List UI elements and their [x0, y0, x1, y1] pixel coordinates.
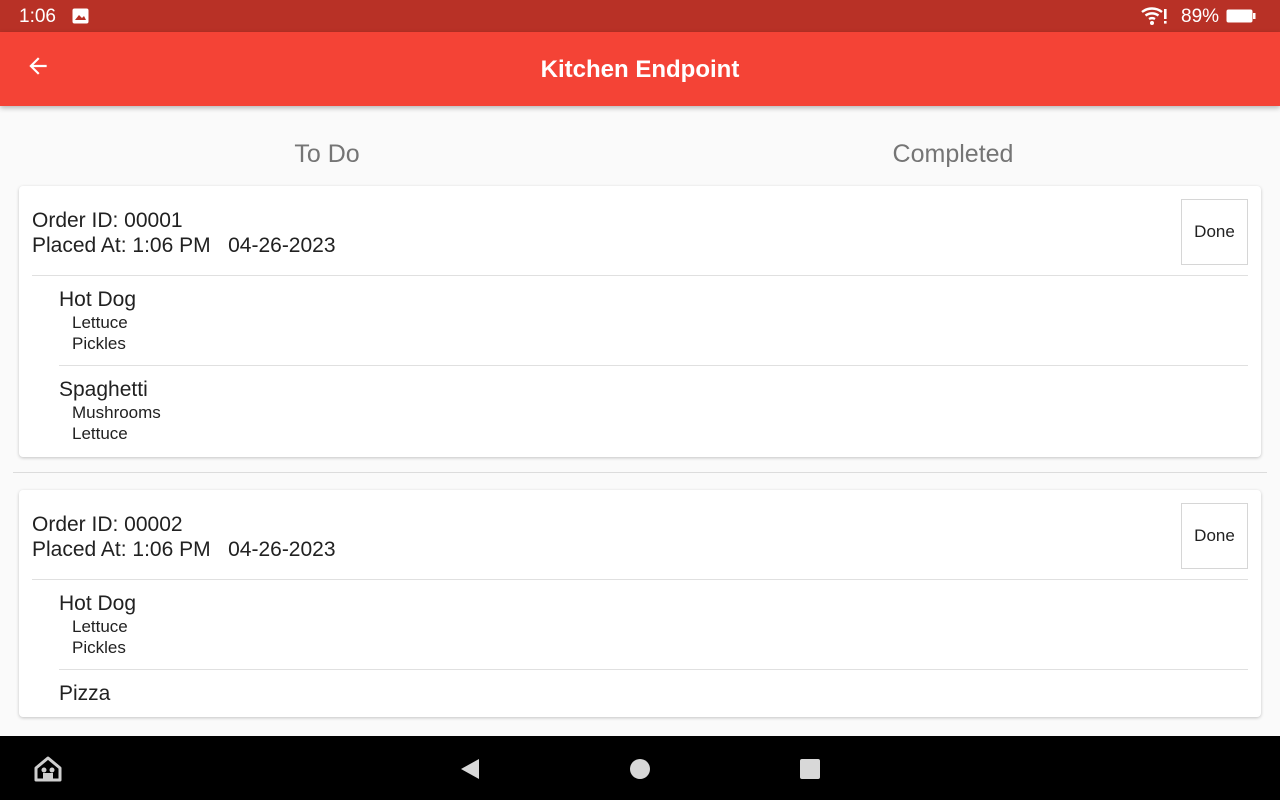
order-placed-at: Placed At: 1:06 PM 04-26-2023: [32, 234, 336, 257]
tab-completed[interactable]: Completed: [893, 140, 1014, 169]
order-placed-at: Placed At: 1:06 PM 04-26-2023: [32, 538, 336, 561]
item-name: Pizza: [59, 682, 111, 705]
order-card: Order ID: 00001 Placed At: 1:06 PM 04-26…: [19, 186, 1261, 457]
item-name: Hot Dog: [59, 288, 137, 311]
image-icon: [72, 8, 89, 24]
order-card: Order ID: 00002 Placed At: 1:06 PM 04-26…: [19, 490, 1261, 717]
order-item: Hot Dog Lettuce Pickles: [59, 580, 1248, 669]
battery-icon: [1226, 9, 1256, 23]
item-topping: Pickles: [72, 638, 126, 657]
item-topping: Lettuce: [72, 617, 128, 636]
item-topping: Lettuce: [72, 424, 128, 443]
app-bar: Kitchen Endpoint: [0, 32, 1280, 106]
recents-square-icon[interactable]: [796, 756, 824, 782]
home-assistant-icon[interactable]: [34, 756, 62, 782]
order-id: Order ID: 00001: [32, 209, 183, 232]
item-topping: Lettuce: [72, 313, 128, 332]
order-item: Spaghetti Mushrooms Lettuce: [59, 365, 1248, 455]
order-item: Pizza: [59, 669, 1248, 717]
order-item: Hot Dog Lettuce Pickles: [59, 276, 1248, 365]
tab-to-do[interactable]: To Do: [294, 140, 359, 169]
item-topping: Pickles: [72, 334, 126, 353]
back-triangle-icon[interactable]: [456, 756, 484, 782]
wifi-alert-icon: [1140, 5, 1168, 27]
order-id: Order ID: 00002: [32, 513, 183, 536]
item-name: Hot Dog: [59, 592, 137, 615]
status-time: 1:06: [19, 6, 56, 27]
page-title: Kitchen Endpoint: [540, 56, 740, 83]
battery-percent: 89%: [1181, 6, 1220, 27]
tab-bar: To Do Completed: [0, 106, 1280, 186]
home-circle-icon[interactable]: [626, 756, 654, 782]
order-header: Order ID: 00002 Placed At: 1:06 PM 04-26…: [19, 490, 1261, 580]
done-button[interactable]: Done: [1181, 199, 1248, 265]
item-name: Spaghetti: [59, 378, 148, 401]
divider: [13, 472, 1267, 473]
status-bar: 1:06 89%: [0, 0, 1280, 32]
system-nav-bar: [0, 736, 1280, 800]
order-header: Order ID: 00001 Placed At: 1:06 PM 04-26…: [19, 186, 1261, 276]
item-topping: Mushrooms: [72, 403, 161, 422]
done-button[interactable]: Done: [1181, 503, 1248, 569]
